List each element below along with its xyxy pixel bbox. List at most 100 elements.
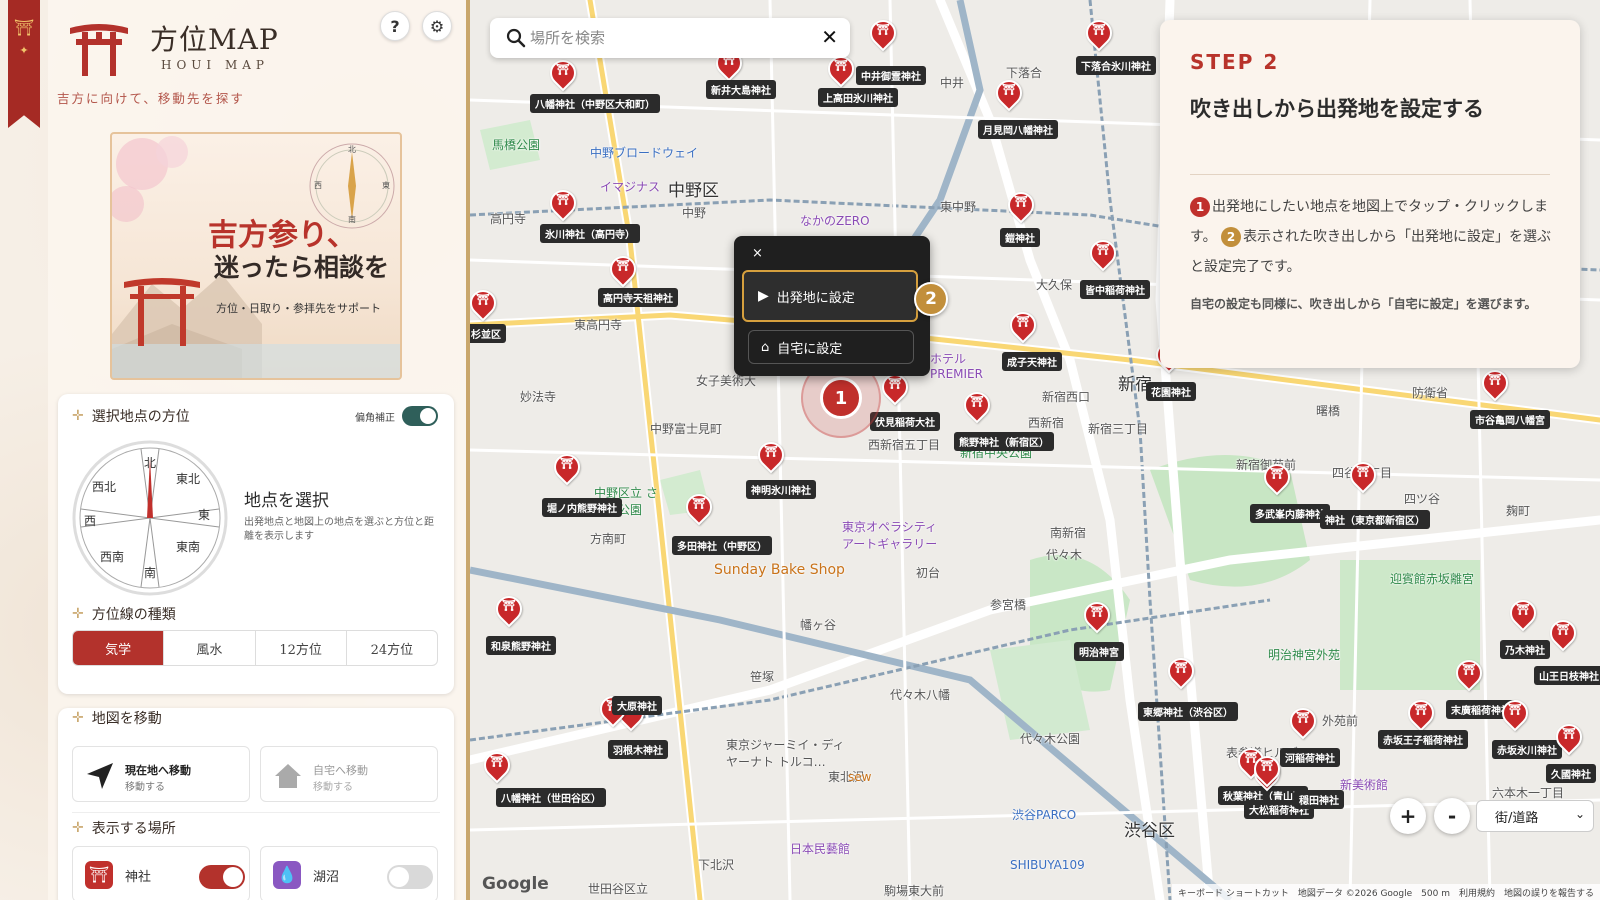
hero-compass-n: 北 [348,145,356,154]
shrine-marker[interactable]: ⛩ [1544,614,1582,656]
shrine-name-tag[interactable]: 和泉熊野神社 [486,636,556,655]
shrine-name-tag[interactable]: 上高田氷川神社 [818,88,898,107]
shrine-name-tag[interactable]: 神社（東京都新宿区） [1320,510,1430,529]
shrine-marker[interactable]: ⛩ [1080,14,1118,56]
shrine-marker[interactable]: ⛩ [478,746,516,788]
sidebar-inner: 方位MAP HOUI MAP 吉方に向けて、移動先を探す ? ⚙ 北 東 南 西… [48,0,466,900]
map-attribution[interactable]: キーボード ショートカット 地図データ ©2026 Google 500 m 利… [1171,884,1600,900]
shrine-name-tag[interactable]: 山王日枝神社 [1534,666,1600,685]
help-button[interactable]: ? [380,11,410,41]
shrine-name-tag[interactable]: 大原神社 [612,696,662,715]
shrine-name-tag[interactable]: 月見岡八幡神社 [978,120,1058,139]
shrine-marker[interactable]: ⛩ [1248,750,1286,792]
shrine-name-tag[interactable]: 中井御霊神社 [856,66,926,85]
shrine-name-tag[interactable]: 赤坂王子稲荷神社 [1378,730,1468,749]
torii-icon: ⛩ [1356,465,1370,478]
shrine-name-tag[interactable]: 新井大島神社 [706,80,776,99]
shrine-name-tag[interactable]: 氷川神社（高円寺） [540,224,640,243]
declination-label: 偏角補正 [355,413,395,424]
compass-labels: 北 東北 東 東南 南 西南 西 西北 [70,438,230,598]
shrine-marker[interactable]: ⛩ [1004,306,1042,348]
shrine-name-tag[interactable]: 熊野神社（新宿区） [954,432,1054,451]
map-type-select[interactable]: 街/道路 ⌄ [1476,800,1594,832]
shrine-marker[interactable]: ⛩ [864,14,902,56]
torii-icon: ⛩ [834,59,848,72]
shrine-marker[interactable]: ⛩ [1284,702,1322,744]
settings-button[interactable]: ⚙ [422,11,452,41]
shrine-marker[interactable]: ⛩ [1002,186,1040,228]
torii-icon: ⛩ [764,445,778,458]
shrine-name-tag[interactable]: 八幡神社（中野区大和町） [530,94,660,113]
question-icon: ? [390,16,400,36]
popup-close-icon[interactable]: × [752,246,763,261]
direction-section-title: ✛ 選択地点の方位 [72,408,190,425]
zoom-in-button[interactable]: + [1390,798,1426,834]
set-home-button[interactable]: ⌂ 自宅に設定 [748,330,914,364]
shrine-name-tag[interactable]: 羽根木神社 [608,740,668,759]
map-label-kojimachi: 麹町 [1506,504,1531,518]
shrine-toggle[interactable] [199,865,245,889]
shrine-marker[interactable]: ⛩ [604,250,642,292]
shrine-marker[interactable]: ⛩ [544,184,582,226]
shrine-name-tag[interactable]: 八幡神社（世田谷区） [496,788,606,807]
shrine-marker[interactable]: ⛩ [1450,654,1488,696]
declination-toggle[interactable] [402,406,438,426]
lake-toggle[interactable] [387,865,433,889]
shrine-marker[interactable]: ⛩ [822,50,860,92]
close-icon[interactable]: ✕ [821,25,838,49]
shrine-marker[interactable]: ⛩ [1504,594,1542,636]
line-type-kigaku[interactable]: 気学 [73,631,165,665]
shrine-name-tag[interactable]: 乃木神社 [1500,640,1550,659]
shrine-name-tag[interactable]: 東郷神社（渋谷区） [1138,702,1238,721]
shrine-name-tag[interactable]: 赤坂氷川神社 [1492,740,1562,759]
shrine-name-tag[interactable]: 明治神宮 [1074,642,1124,661]
shrine-marker[interactable]: ⛩ [1258,458,1296,500]
search-input[interactable] [530,18,810,58]
shrine-marker[interactable]: ⛩ [490,590,528,632]
shrine-marker[interactable]: ⛩ [1084,234,1122,276]
step-body-b: 表示された吹き出しから「出発地に設定」を選ぶと設定完了です。 [1190,229,1552,275]
shrine-name-tag[interactable]: 高円寺天祖神社 [598,288,678,307]
shrine-name-tag[interactable]: 多武峯内藤神社 [1250,504,1330,523]
set-origin-button[interactable]: ▶ 出発地に設定 [742,270,918,322]
shrine-name-tag[interactable]: 鎧神社 [1000,228,1040,247]
move-to-home-button[interactable]: 自宅へ移動 移動する [260,746,438,802]
shrine-marker[interactable]: ⛩ [1550,718,1588,760]
step-badge-1: 1 [820,377,862,419]
map-label-nishi-shinjuku-5: 西新宿五丁目 [868,438,941,452]
shrine-marker[interactable]: ⛩ [544,54,582,96]
shrine-marker[interactable]: ⛩ [470,284,502,326]
shrine-name-tag[interactable]: 久國神社 [1546,764,1596,783]
shrine-name-tag[interactable]: 花園神社 [1146,382,1196,401]
shrine-name-tag[interactable]: 神明氷川神社 [746,480,816,499]
line-type-24[interactable]: 24方位 [347,631,437,665]
shrine-name-tag[interactable]: 皆中稲荷神社 [1080,280,1150,299]
shrine-name-tag[interactable]: 下落合氷川神社 [1076,56,1156,75]
shrine-name-tag[interactable]: 河稲荷神社 [1280,748,1340,767]
shrine-marker[interactable]: ⛩ [548,448,586,490]
shrine-marker[interactable]: ⛩ [1162,652,1200,694]
torii-icon: ⛩ [1260,759,1274,772]
shrine-marker[interactable]: ⛩ [990,74,1028,116]
line-type-12[interactable]: 12方位 [256,631,347,665]
line-type-fusui[interactable]: 風水 [164,631,256,665]
shrine-marker[interactable]: ⛩ [680,488,718,530]
shrine-name-tag[interactable]: 多田神社（中野区） [672,536,772,555]
shrine-marker[interactable]: ⛩ [752,436,790,478]
map-canvas[interactable]: 中野区 新宿 渋谷区 中野富士見町 東高円寺 高円寺 中野 東中野 大久保 新宿… [470,0,1600,900]
torii-icon: ⛩ [1096,243,1110,256]
shrine-name-tag[interactable]: 穏田神社 [1294,790,1344,809]
shrine-name-tag[interactable]: 伏見稲荷大社 [870,412,940,431]
shrine-name-tag[interactable]: 成子天神社 [1002,352,1062,371]
shrine-marker[interactable]: ⛩ [1344,456,1382,498]
shrine-name-tag[interactable]: 堀ノ内熊野神社 [542,498,622,517]
shrine-name-tag[interactable]: 市谷亀岡八幡宮 [1470,410,1550,429]
shrine-marker[interactable]: ⛩ [958,386,996,428]
zoom-out-button[interactable]: - [1434,798,1470,834]
shrine-marker[interactable]: ⛩ [876,368,914,410]
move-to-current-button[interactable]: 現在地へ移動 移動する [72,746,250,802]
shrine-marker[interactable]: ⛩ [1496,694,1534,736]
shrine-marker[interactable]: ⛩ [1078,596,1116,638]
shrine-name-tag[interactable]: 杉並区 [470,324,506,343]
shrine-marker[interactable]: ⛩ [1476,364,1514,406]
